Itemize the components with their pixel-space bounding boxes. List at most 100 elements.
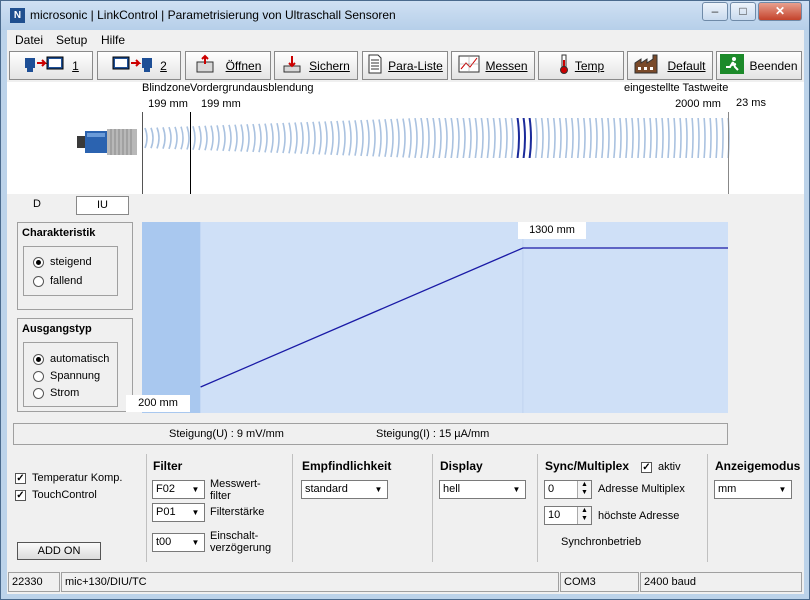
sensor-image <box>77 127 139 155</box>
measure-button[interactable]: Messen <box>451 51 535 80</box>
beam-wave <box>714 106 718 170</box>
end-value-label[interactable]: 1300 mm <box>518 222 586 239</box>
microsonic-logo-icon: N <box>10 8 25 23</box>
spinner-arrows-icon[interactable]: ▲ ▼ <box>577 481 591 498</box>
beam-wave <box>276 122 280 154</box>
exit-button[interactable]: Beenden <box>716 51 802 80</box>
radio-spannung[interactable]: Spannung <box>33 370 100 382</box>
status-baud: 2400 baud <box>640 572 802 592</box>
chevron-down-icon: ▼ <box>191 538 200 547</box>
multiplex-address-value: 0 <box>548 483 555 495</box>
spinner-arrows-icon[interactable]: ▲ ▼ <box>577 507 591 524</box>
read-sensor-1-button[interactable]: 1 <box>9 51 93 80</box>
beam-wave <box>366 119 370 157</box>
window-title: microsonic | LinkControl | Parametrisier… <box>30 8 396 22</box>
open-button[interactable]: Öffnen <box>185 51 271 80</box>
chart-svg <box>142 222 728 413</box>
display-value: hell <box>443 483 461 495</box>
beam-wave <box>456 116 460 160</box>
beam-wave <box>288 122 292 154</box>
tab-d[interactable]: D <box>17 196 57 215</box>
filter-strength-value: P01 <box>156 506 176 518</box>
display-mode-select[interactable]: mm ▼ <box>714 480 792 499</box>
beam-wave <box>264 123 268 153</box>
write-sensor-2-button[interactable]: 2 <box>97 51 181 80</box>
display-select[interactable]: hell ▼ <box>439 480 526 499</box>
range-value[interactable]: 2000 mm <box>667 96 729 112</box>
beam-wave <box>582 111 586 165</box>
pc-to-sensor-icon <box>111 54 155 77</box>
radio-spannung-label: Spannung <box>50 370 101 382</box>
save-download-icon <box>282 54 304 77</box>
sync-title: Sync/Multiplex <box>545 459 630 473</box>
radio-automatisch[interactable]: automatisch <box>33 353 109 365</box>
radio-steigend[interactable]: steigend <box>33 256 92 268</box>
filter-strength-label: Filterstärke <box>210 506 265 518</box>
beam-wave <box>222 124 226 152</box>
beam-wave <box>576 112 580 164</box>
radio-fallend[interactable]: fallend <box>33 275 82 287</box>
filter-select[interactable]: F02 ▼ <box>152 480 205 499</box>
response-time: 23 ms <box>736 97 766 109</box>
radio-fallend-label: fallend <box>50 275 83 287</box>
beam-wave <box>672 108 676 168</box>
beam-wave <box>162 127 166 149</box>
beam-wave <box>510 114 514 162</box>
multiplex-address-spinner[interactable]: 0 ▲ ▼ <box>544 480 592 499</box>
chevron-down-icon: ▼ <box>778 485 787 494</box>
chart-area <box>142 222 728 413</box>
beam-wave <box>396 118 400 158</box>
beam-wave <box>540 113 544 163</box>
default-button[interactable]: Default <box>627 51 713 80</box>
tab-iu[interactable]: IU <box>76 196 129 215</box>
add-on-button[interactable]: ADD ON <box>17 542 101 560</box>
menu-datei[interactable]: Datei <box>15 33 43 47</box>
beam-wave <box>552 112 556 164</box>
max-address-value: 10 <box>548 509 561 521</box>
beam-wave <box>618 110 622 166</box>
output-type-title: Ausgangstyp <box>22 323 92 335</box>
save-button[interactable]: Sichern <box>274 51 358 80</box>
param-list-button[interactable]: Para-Liste <box>362 51 448 80</box>
factory-icon <box>634 54 662 77</box>
beam-wave <box>318 121 322 155</box>
chevron-down-icon: ▼ <box>191 485 200 494</box>
temp-comp-label: Temperatur Komp. <box>32 472 123 484</box>
menu-hilfe[interactable]: Hilfe <box>101 33 125 47</box>
status-bar: 22330 mic+130/DIU/TC COM3 2400 baud <box>7 571 804 592</box>
close-button[interactable]: ✕ <box>758 2 802 21</box>
foreground-value[interactable]: 199 mm <box>197 96 259 112</box>
beam-wave <box>414 117 418 159</box>
switch-delay-select[interactable]: t00 ▼ <box>152 533 205 552</box>
beam-wave <box>606 110 610 166</box>
beam-wave <box>294 122 298 154</box>
beam-wave <box>600 111 604 165</box>
beam-wave <box>144 127 148 149</box>
beam-wave <box>180 126 184 150</box>
filter-label-2: filter <box>210 490 231 502</box>
temp-comp-checkbox[interactable]: ✓ Temperatur Komp. <box>15 472 122 484</box>
max-address-spinner[interactable]: 10 ▲ ▼ <box>544 506 592 525</box>
measure-chart-icon <box>458 55 480 76</box>
touch-control-checkbox[interactable]: ✓ TouchControl <box>15 489 97 501</box>
radio-strom-dot <box>33 387 44 399</box>
blindzone-value[interactable]: 199 mm <box>145 96 191 112</box>
menu-setup[interactable]: Setup <box>56 33 87 47</box>
minimize-button[interactable]: – <box>702 2 728 21</box>
maximize-button[interactable]: □ <box>730 2 756 21</box>
start-value-label[interactable]: 200 mm <box>126 395 190 412</box>
temp-button[interactable]: Temp <box>538 51 624 80</box>
radio-automatisch-dot <box>33 353 44 365</box>
sensitivity-select[interactable]: standard ▼ <box>301 480 388 499</box>
display-mode-group: Anzeigemodus mm ▼ <box>709 454 804 562</box>
filter-strength-select[interactable]: P01 ▼ <box>152 503 205 522</box>
sync-active-checkbox[interactable]: ✓ aktiv <box>641 461 681 473</box>
options-group: ✓ Temperatur Komp. ✓ TouchControl ADD ON <box>7 454 147 562</box>
sync-active-check: ✓ <box>641 461 652 473</box>
beam-wave <box>564 112 568 164</box>
sensitivity-group: Empfindlichkeit standard ▼ <box>296 454 433 562</box>
beam-wave <box>174 126 178 150</box>
status-port: COM3 <box>560 572 639 592</box>
beam-wave <box>624 110 628 166</box>
radio-strom[interactable]: Strom <box>33 387 79 399</box>
